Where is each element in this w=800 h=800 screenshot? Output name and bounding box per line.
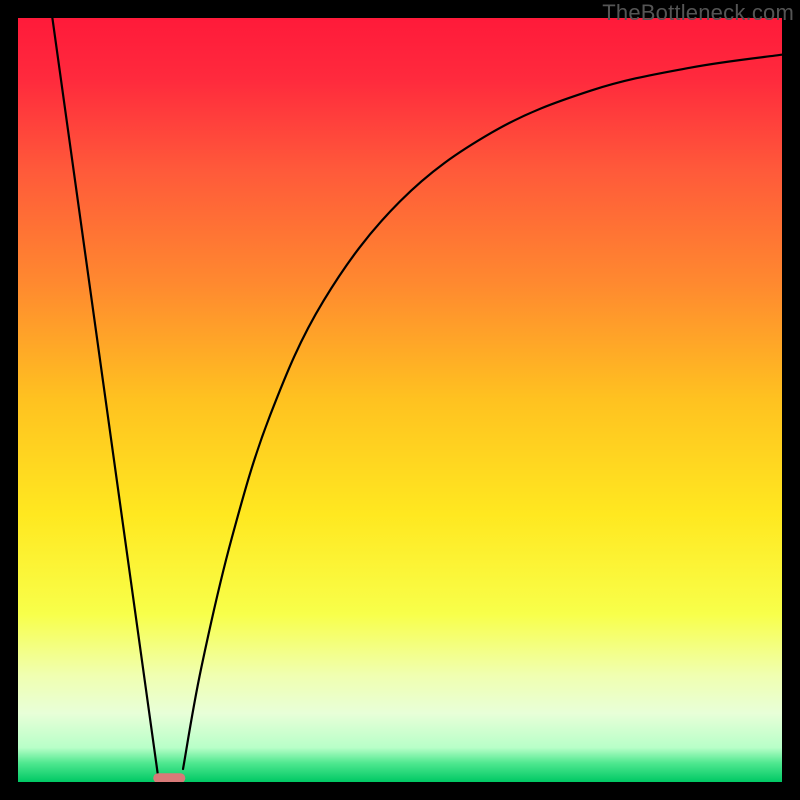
gradient-background [18, 18, 782, 782]
plot-area [18, 18, 782, 782]
chart-root: TheBottleneck.com [0, 0, 800, 800]
plot-svg [18, 18, 782, 782]
watermark-label: TheBottleneck.com [602, 0, 794, 26]
optimal-region-marker [153, 773, 185, 782]
